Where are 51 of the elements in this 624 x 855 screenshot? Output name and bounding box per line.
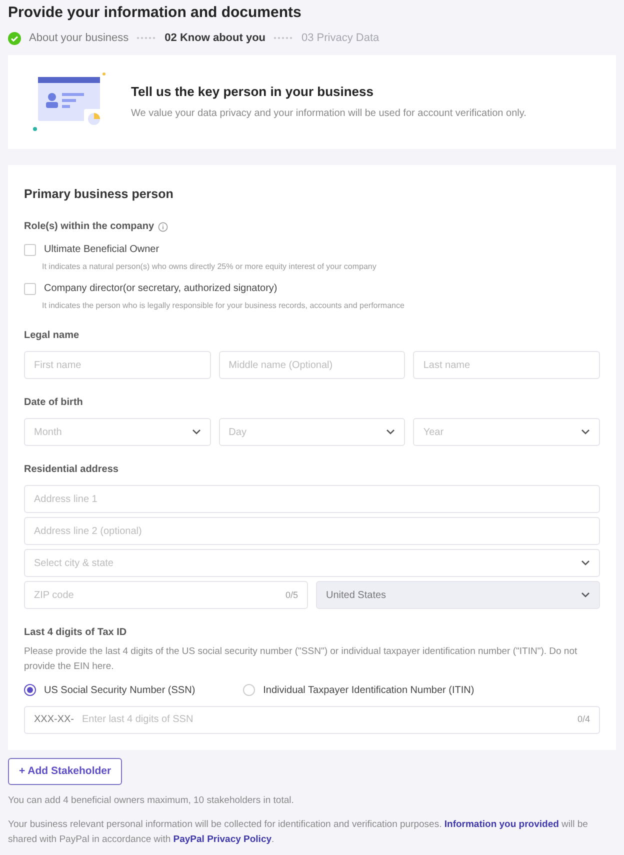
input-field[interactable]: First name bbox=[24, 351, 211, 380]
select-field[interactable]: Year bbox=[413, 418, 600, 446]
help-text: Please provide the last 4 digits of the US social security number ("SSN") or individual taxpayer identification number ("ITIN"). Do not provide the EIN here. bbox=[24, 645, 578, 674]
link[interactable]: Information you provided bbox=[444, 818, 559, 830]
radio-label[interactable]: Individual Taxpayer Identification Number (ITIN) bbox=[263, 682, 474, 698]
input-field[interactable]: Middle name (Optional) bbox=[218, 351, 406, 380]
checkbox[interactable] bbox=[24, 244, 36, 256]
radio-label[interactable]: US Social Security Number (SSN) bbox=[44, 682, 196, 698]
link[interactable]: PayPal Privacy Policy bbox=[173, 834, 272, 845]
banner-title: Tell us the key person in your business bbox=[131, 83, 374, 102]
select-field[interactable]: Month bbox=[24, 418, 211, 446]
step-label[interactable]: 03 Privacy Data bbox=[302, 30, 380, 46]
field-label: Date of birth bbox=[24, 396, 84, 410]
info-icon bbox=[158, 222, 168, 232]
chevron-down-icon bbox=[581, 592, 590, 598]
chevron-down-icon bbox=[581, 429, 590, 436]
radio-button[interactable] bbox=[24, 684, 36, 696]
chevron-down-icon bbox=[192, 429, 201, 436]
chevron-down-icon bbox=[386, 429, 396, 436]
note-text: You can add 4 beneficial owners maximum, 10 stakeholders in total. bbox=[8, 794, 295, 808]
character-counter: 0/4 bbox=[577, 712, 590, 726]
page-title: Provide your information and documents bbox=[8, 4, 302, 22]
select-field[interactable]: Day bbox=[218, 418, 406, 446]
note-text: Your business relevant personal information will be collected for identification and verification purposes. Information you provided will be shared with PayPal in accordance with PayPal Privacy Policy. bbox=[8, 818, 589, 847]
step-separator bbox=[136, 37, 157, 40]
step-label[interactable]: 02 Know about you bbox=[164, 30, 266, 46]
input-field[interactable]: XXX-XX- Enter last 4 digits of SSN 0/4 bbox=[24, 706, 600, 734]
add-stakeholder-button[interactable]: + Add Stakeholder bbox=[8, 758, 122, 786]
chevron-down-icon bbox=[581, 560, 590, 566]
input-field[interactable]: Address line 2 (optional) bbox=[24, 517, 600, 546]
placeholder-text: Enter last 4 digits of SSN bbox=[82, 713, 194, 728]
field-label: Role(s) within the company bbox=[24, 220, 154, 234]
field-label: Legal name bbox=[24, 329, 80, 344]
input-field[interactable]: Address line 1 bbox=[24, 485, 600, 514]
checkbox-label[interactable]: Company director(or secretary, authorized signatory) bbox=[44, 281, 278, 296]
hint-text: It indicates the person who is legally responsible for your business records, accounts and performance bbox=[41, 300, 406, 312]
checkbox-label[interactable]: Ultimate Beneficial Owner bbox=[44, 242, 160, 258]
checkbox[interactable] bbox=[24, 282, 36, 295]
step-label[interactable]: About your business bbox=[29, 30, 129, 46]
character-counter: 0/5 bbox=[285, 588, 298, 602]
select-field: United States bbox=[316, 581, 600, 610]
step-separator bbox=[274, 37, 294, 40]
field-label: Residential address bbox=[24, 463, 120, 478]
select-field[interactable]: Select city & state bbox=[24, 549, 600, 578]
section-heading: Primary business person bbox=[24, 186, 174, 203]
input-field[interactable]: ZIP code 0/5 bbox=[24, 581, 308, 610]
field-label: Last 4 digits of Tax ID bbox=[24, 626, 128, 640]
hint-text: It indicates a natural person(s) who owns directly 25% or more equity interest of your company bbox=[41, 261, 378, 274]
input-field[interactable]: Last name bbox=[413, 351, 600, 380]
input-prefix: XXX-XX- bbox=[34, 713, 74, 728]
banner-text: We value your data privacy and your information will be used for account verification only. bbox=[131, 106, 526, 121]
